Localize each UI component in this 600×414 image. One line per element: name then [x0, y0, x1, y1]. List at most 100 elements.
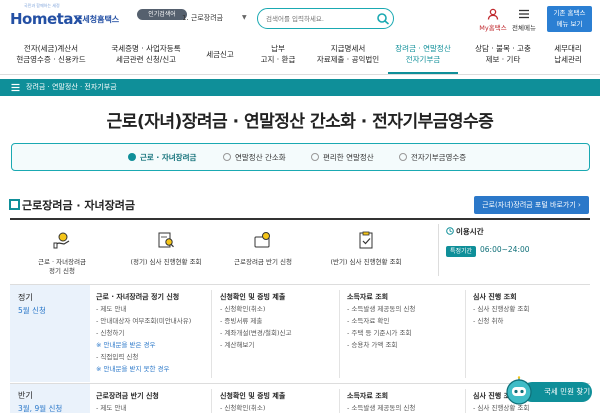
- column-regular-confirm: 신청확인 및 증빙 제출 - 신청확인(취소) - 증빙서류 제출 - 계좌개설…: [220, 291, 340, 351]
- table-top-line: [10, 284, 590, 285]
- list-item[interactable]: - 신청하기: [96, 327, 216, 339]
- search-icon[interactable]: [376, 12, 390, 25]
- clock-icon: [446, 227, 454, 235]
- row-title: 정기: [18, 293, 33, 302]
- tab-easy-yearend[interactable]: 편리한 연말정산: [311, 152, 374, 164]
- list-item[interactable]: - 소득발생 제공동의 신청: [347, 402, 467, 414]
- gnb-label-line2: 고지 · 환급: [260, 55, 296, 64]
- column-regular-apply: 근로 · 자녀장려금 정기 신청 - 제도 안내 - 안내대상자 여부조회(미안…: [96, 291, 216, 375]
- hometax-logo[interactable]: 국민과 함께하는 세정 Hometax 국세청홈택스: [10, 3, 135, 30]
- legacy-menu-line1: 기존 홈택스: [553, 9, 586, 17]
- hours-title: 이용시간: [456, 227, 484, 236]
- gnb-label-line2: 납세관리: [554, 55, 582, 64]
- quick-link-label: 근로 · 자녀장려금 정기 신청: [26, 258, 98, 276]
- column-half-apply: 근로장려금 반기 신청 - 제도 안내: [96, 390, 216, 414]
- document-search-icon: [158, 232, 174, 248]
- menu-icon[interactable]: [11, 83, 20, 92]
- search-box: [257, 8, 394, 29]
- tab-label: 편리한 연말정산: [323, 153, 374, 162]
- section-title: 근로장려금 · 자녀장려금: [8, 197, 135, 213]
- quick-link-regular-apply[interactable]: 근로 · 자녀장려금 정기 신청: [26, 231, 98, 276]
- hand-coin-icon: [53, 232, 70, 249]
- hours-divider: [438, 224, 439, 276]
- chevron-right-icon: ›: [575, 201, 581, 209]
- gnb-label-line2: 현금영수증 · 신용카드: [16, 55, 86, 64]
- logo-suffix: 국세청홈택스: [75, 15, 120, 24]
- tab-label: 전자기부금영수증: [411, 153, 467, 162]
- tab-simplified-yearend[interactable]: 연말정산 간소화: [223, 152, 286, 164]
- list-item[interactable]: - 신청확인(취소): [220, 402, 340, 414]
- gnb-label-line2: 세금관련 신청/신고: [115, 55, 177, 64]
- gnb-item-tax-return[interactable]: 세금신고: [196, 49, 244, 60]
- robot-icon: [506, 376, 532, 405]
- column-half-income: 소득자료 조회 - 소득발생 제공동의 신청: [347, 390, 467, 414]
- my-hometax-button[interactable]: My홈택스: [478, 7, 508, 33]
- quick-label-line1: (정기) 심사 진행현황 조회: [130, 258, 202, 266]
- quick-link-half-status[interactable]: (반기) 심사 진행현황 조회: [323, 231, 409, 267]
- chatbot-button[interactable]: 국세 민원 찾기: [504, 376, 592, 406]
- page-title: 근로(자녀)장려금 · 연말정산 간소화 · 전자기부금영수증: [106, 112, 494, 132]
- row-header-half: 반기 3월, 9월 신청: [10, 384, 90, 413]
- gnb-item-tax-agent[interactable]: 세무대리납세관리: [544, 43, 592, 65]
- quick-label-line1: 근로장려금 반기 신청: [234, 258, 292, 266]
- user-icon: [487, 8, 499, 20]
- column-header: 소득자료 조회: [347, 293, 389, 301]
- list-item[interactable]: - 주택 등 기준시가 조회: [347, 327, 467, 339]
- gnb-item-certificates[interactable]: 국세증명 · 사업자등록세금관련 신청/신고: [100, 43, 192, 65]
- list-item[interactable]: - 소득발생 제공동의 신청: [347, 303, 467, 315]
- gnb-label-line2: 전자기부금: [405, 55, 441, 64]
- list-item[interactable]: - 신청 취하: [473, 315, 593, 327]
- list-item[interactable]: - 심사 진행상황 조회: [473, 303, 593, 315]
- hours-period-badge: 특정기간: [446, 246, 476, 257]
- column-header: 심사 진행 조회: [473, 293, 517, 301]
- quick-link-regular-status[interactable]: (정기) 심사 진행현황 조회: [125, 231, 207, 267]
- list-item[interactable]: - 신청확인(취소): [220, 303, 340, 315]
- legacy-menu-button[interactable]: 기존 홈택스 메뉴 보기: [547, 6, 592, 32]
- column-regular-review: 심사 진행 조회 - 심사 진행상황 조회 - 신청 취하: [473, 291, 593, 327]
- gnb-item-payment[interactable]: 납부 고지 · 환급: [250, 43, 306, 65]
- breadcrumb-text[interactable]: 장려금 · 연말정산 · 전자기부금: [26, 81, 117, 94]
- quick-label-line1: 근로 · 자녀장려금: [37, 258, 87, 266]
- list-item[interactable]: - 안내대상자 여부조회(미안내사유): [96, 315, 216, 327]
- row-divider: [10, 383, 590, 384]
- legacy-menu-line2: 메뉴 보기: [556, 20, 583, 28]
- portal-button-label: 근로(자녀)장려금 포털 바로가기: [482, 201, 576, 209]
- tab-donation-receipt[interactable]: 전자기부금영수증: [399, 152, 466, 164]
- column-header: 근로장려금 반기 신청: [96, 392, 159, 400]
- logo-tagline: 국민과 함께하는 세정: [24, 3, 60, 8]
- gnb-item-consulting[interactable]: 상담 · 불복 · 고충 제보 · 기타: [466, 43, 540, 65]
- gnb-label-line1: 상담 · 불복 · 고충: [475, 44, 531, 53]
- breadcrumb: 장려금 · 연말정산 · 전자기부금: [0, 79, 600, 96]
- circle-icon: [399, 153, 407, 161]
- gnb-label-line1: 국세증명 · 사업자등록: [111, 44, 181, 53]
- gnb-active-indicator: [388, 72, 458, 74]
- column-header: 신청확인 및 증빙 제출: [220, 392, 286, 400]
- incentive-portal-button[interactable]: 근로(자녀)장려금 포털 바로가기 ›: [474, 196, 589, 214]
- search-input[interactable]: [266, 12, 371, 25]
- list-item[interactable]: - 소득자료 확인: [347, 315, 467, 327]
- list-item[interactable]: - 직접입력 신청: [96, 351, 216, 363]
- row-title: 반기: [18, 391, 33, 400]
- gnb-item-incentives[interactable]: 장려금 · 연말정산전자기부금: [388, 43, 458, 65]
- gnb-label-line1: 장려금 · 연말정산: [395, 44, 451, 53]
- gnb-item-statements[interactable]: 지급명세서 자료제출 · 공익법인: [306, 43, 390, 65]
- list-item[interactable]: - 승용차 가액 조회: [347, 339, 467, 351]
- column-header: 신청확인 및 증빙 제출: [220, 293, 286, 301]
- tab-incentives[interactable]: 근로 · 자녀장려금: [128, 152, 196, 164]
- chevron-down-icon[interactable]: ▼: [242, 14, 247, 21]
- check-circle-icon: [128, 153, 136, 161]
- circle-icon: [311, 153, 319, 161]
- list-item[interactable]: - 제도 안내: [96, 402, 216, 414]
- list-item[interactable]: - 계산해보기: [220, 339, 340, 351]
- row-subtitle: 5월 신청: [18, 306, 46, 315]
- gnb-label-line1: 세무대리: [554, 44, 582, 53]
- tab-label: 연말정산 간소화: [235, 153, 286, 162]
- tab-bar: 근로 · 자녀장려금 연말정산 간소화 편리한 연말정산 전자기부금영수증: [11, 143, 590, 171]
- list-item[interactable]: - 제도 안내: [96, 303, 216, 315]
- global-nav: 전자(세금)계산서 현금영수증 · 신용카드 국세증명 · 사업자등록세금관련 신…: [0, 38, 600, 75]
- quick-link-half-apply[interactable]: 근로장려금 반기 신청: [224, 231, 302, 267]
- all-menu-button[interactable]: 전체메뉴: [509, 7, 539, 33]
- list-item[interactable]: - 계좌개설(변경/철회)신고: [220, 327, 340, 339]
- list-item[interactable]: - 증빙서류 제출: [220, 315, 340, 327]
- gnb-item-e-invoice[interactable]: 전자(세금)계산서 현금영수증 · 신용카드: [10, 43, 92, 65]
